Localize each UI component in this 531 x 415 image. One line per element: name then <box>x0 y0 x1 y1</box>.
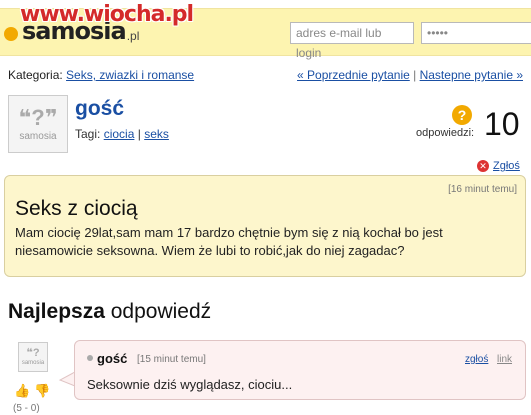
avatar-brand: samosia <box>19 130 57 142</box>
answer-report-link[interactable]: zgłoś <box>465 354 488 365</box>
password-input[interactable]: ••••• <box>421 22 531 44</box>
question-time: [16 minut temu] <box>448 184 517 195</box>
answers-label: odpowiedzi: <box>416 127 475 139</box>
category-breadcrumb: Kategoria: Seks, zwiazki i romanse <box>8 68 194 82</box>
question-avatar[interactable]: ❝?❞ samosia <box>8 95 68 153</box>
question-author[interactable]: gość <box>75 97 124 121</box>
best-heading-bold: Najlepsza <box>8 300 105 323</box>
question-title: Seks z ciocią <box>15 197 138 220</box>
logo-dot-icon <box>4 27 18 41</box>
best-heading-rest: odpowiedź <box>104 300 212 323</box>
report-link[interactable]: Zgłoś <box>493 160 520 172</box>
prev-question-link[interactable]: « Poprzednie pytanie <box>297 68 410 82</box>
question-mark-icon: ? <box>452 105 472 125</box>
tag-separator: | <box>137 127 141 141</box>
question-navigation: « Poprzednie pytanie | Nastepne pytanie … <box>297 68 523 82</box>
bullet-icon <box>87 355 93 361</box>
question-box: [16 minut temu] Seks z ciocią Mam ciocię… <box>4 175 526 277</box>
nav-separator: | <box>413 68 417 82</box>
answer-box: gość [15 minut temu] zgłoś link Seksowni… <box>74 340 526 400</box>
best-answer-heading: Najlepsza odpowiedź <box>8 300 211 324</box>
vote-score: (5 - 0) <box>13 403 40 414</box>
tag-link[interactable]: seks <box>144 127 169 141</box>
category-label: Kategoria: <box>8 68 63 82</box>
watermark: www.wiocha.pl <box>20 2 194 27</box>
answer-time: [15 minut temu] <box>137 354 206 365</box>
answer-permalink[interactable]: link <box>497 354 512 365</box>
answers-count: 10 <box>484 106 520 142</box>
email-login-input[interactable]: adres e-mail lub login <box>290 22 414 60</box>
speech-bubbles-icon: ❝? <box>26 347 40 359</box>
thumbs-down-icon[interactable]: 👎 <box>34 383 50 399</box>
answer-avatar[interactable]: ❝? samosia <box>18 342 48 372</box>
answer-author[interactable]: gość <box>97 351 127 366</box>
tags-label: Tagi: <box>75 127 101 141</box>
tag-link[interactable]: ciocia <box>104 127 135 141</box>
question-tags: Tagi: ciocia | seks <box>75 127 169 141</box>
avatar-brand: samosia <box>21 360 45 366</box>
next-question-link[interactable]: Nastepne pytanie » <box>420 68 523 82</box>
site-header: samosia .pl www.wiocha.pl adres e-mail l… <box>0 0 531 62</box>
vote-buttons: 👍 👎 <box>14 383 50 399</box>
logo-suffix: .pl <box>126 29 140 43</box>
report-question[interactable]: ✕ Zgłoś <box>477 160 520 172</box>
close-icon: ✕ <box>477 160 489 172</box>
question-body: Mam ciocię 29lat,sam mam 17 bardzo chętn… <box>15 225 443 258</box>
category-link[interactable]: Seks, zwiazki i romanse <box>66 68 194 82</box>
speech-bubbles-icon: ❝?❞ <box>18 104 58 130</box>
thumbs-up-icon[interactable]: 👍 <box>14 383 30 399</box>
answer-body: Seksownie dziś wyglądasz, ciociu... <box>87 377 293 392</box>
